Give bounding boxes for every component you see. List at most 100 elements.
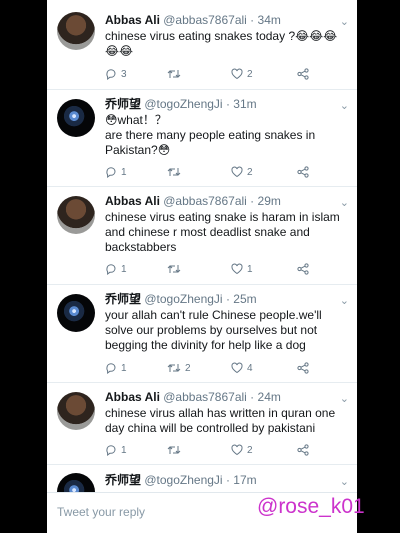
tweet-actions: 1 2 4 — [105, 361, 345, 375]
avatar[interactable] — [57, 196, 95, 234]
reply-icon — [106, 264, 116, 275]
share-icon — [297, 68, 309, 80]
user-handle[interactable]: @togoZhengJi — [144, 292, 222, 306]
tweet-text: chinese virus eating snake is haram in i… — [105, 210, 340, 254]
display-name[interactable]: 乔师望 — [105, 473, 141, 487]
avatar[interactable] — [57, 392, 95, 430]
share-button[interactable] — [297, 67, 309, 81]
share-icon — [297, 263, 309, 275]
tweet-text: chinese virus eating snakes today ?😂😂😂 😂… — [105, 29, 338, 58]
retweet-icon — [167, 364, 181, 372]
chevron-down-icon[interactable]: ⌄ — [340, 15, 349, 28]
avatar[interactable] — [57, 294, 95, 332]
user-handle[interactable]: @abbas7867ali — [163, 194, 247, 208]
chevron-down-icon[interactable]: ⌄ — [340, 99, 349, 112]
reply-count: 1 — [121, 166, 127, 178]
timestamp[interactable]: 25m — [233, 292, 256, 306]
tweet[interactable]: 乔师望 @togoZhengJi · 31m ⌄ 😳what！？ are the… — [47, 90, 357, 187]
tweet-actions: 1 2 — [105, 443, 345, 457]
heart-icon — [231, 263, 243, 275]
separator-dot: · — [225, 97, 230, 111]
retweet-icon — [167, 446, 181, 454]
heart-icon — [231, 166, 243, 178]
user-handle[interactable]: @togoZhengJi — [144, 473, 222, 487]
tweet-text: chinese virus allah has written in quran… — [105, 406, 336, 435]
tweet-actions: 1 1 — [105, 262, 345, 276]
separator-dot: · — [225, 292, 230, 306]
tweet-header: Abbas Ali @abbas7867ali · 24m — [105, 390, 355, 405]
heart-icon — [231, 68, 243, 80]
tweet-header: Abbas Ali @abbas7867ali · 34m — [105, 13, 355, 28]
display-name[interactable]: Abbas Ali — [105, 194, 160, 208]
heart-icon — [231, 362, 243, 374]
like-count: 2 — [247, 444, 253, 456]
retweet-button[interactable]: 2 — [167, 361, 191, 375]
chevron-down-icon[interactable]: ⌄ — [340, 294, 349, 307]
timestamp[interactable]: 24m — [258, 390, 281, 404]
timestamp[interactable]: 29m — [258, 194, 281, 208]
retweet-icon — [167, 168, 181, 176]
display-name[interactable]: 乔师望 — [105, 292, 141, 306]
like-button[interactable]: 2 — [231, 443, 253, 457]
share-button[interactable] — [297, 262, 309, 276]
retweet-button[interactable] — [167, 262, 185, 276]
user-handle[interactable]: @abbas7867ali — [163, 13, 247, 27]
chevron-down-icon[interactable]: ⌄ — [340, 475, 349, 488]
like-count: 4 — [247, 362, 253, 374]
display-name[interactable]: Abbas Ali — [105, 390, 160, 404]
share-icon — [297, 444, 309, 456]
separator-dot: · — [250, 13, 255, 27]
tweet-text: your allah can't rule Chinese people.we'… — [105, 308, 322, 352]
tweet[interactable]: Abbas Ali @abbas7867ali · 24m ⌄ chinese … — [47, 383, 357, 465]
reply-button[interactable]: 1 — [105, 165, 127, 179]
like-button[interactable]: 2 — [231, 165, 253, 179]
reply-icon — [106, 445, 116, 456]
retweet-icon — [167, 70, 181, 78]
tweet-header: 乔师望 @togoZhengJi · 31m — [105, 97, 355, 112]
share-icon — [297, 362, 309, 374]
retweet-button[interactable] — [167, 67, 185, 81]
retweet-icon — [167, 265, 181, 273]
retweet-button[interactable] — [167, 443, 185, 457]
timestamp[interactable]: 34m — [258, 13, 281, 27]
tweet[interactable]: Abbas Ali @abbas7867ali · 29m ⌄ chinese … — [47, 187, 357, 285]
watermark-text: @rose_k01 — [257, 495, 365, 518]
like-button[interactable]: 1 — [231, 262, 253, 276]
like-count: 2 — [247, 68, 253, 80]
reply-icon — [106, 363, 116, 374]
reply-button[interactable]: 3 — [105, 67, 127, 81]
tweet-header: 乔师望 @togoZhengJi · 17m — [105, 473, 355, 488]
avatar[interactable] — [57, 12, 95, 50]
reply-input[interactable]: Tweet your reply — [57, 505, 145, 519]
reply-button[interactable]: 1 — [105, 361, 127, 375]
tweet[interactable]: 乔师望 @togoZhengJi · 17m ⌄ — [47, 465, 357, 511]
retweet-button[interactable] — [167, 165, 185, 179]
heart-icon — [231, 444, 243, 456]
reply-button[interactable]: 1 — [105, 262, 127, 276]
timestamp[interactable]: 31m — [233, 97, 256, 111]
chevron-down-icon[interactable]: ⌄ — [340, 196, 349, 209]
like-button[interactable]: 4 — [231, 361, 253, 375]
tweet-header: Abbas Ali @abbas7867ali · 29m — [105, 194, 355, 209]
user-handle[interactable]: @togoZhengJi — [144, 97, 222, 111]
reply-icon — [106, 167, 116, 178]
like-button[interactable]: 2 — [231, 67, 253, 81]
reply-count: 1 — [121, 444, 127, 456]
conversation-screen: Abbas Ali @abbas7867ali · 34m ⌄ chinese … — [47, 0, 357, 533]
chevron-down-icon[interactable]: ⌄ — [340, 392, 349, 405]
reply-button[interactable]: 1 — [105, 443, 127, 457]
share-button[interactable] — [297, 361, 309, 375]
display-name[interactable]: Abbas Ali — [105, 13, 160, 27]
reply-count: 1 — [121, 263, 127, 275]
separator-dot: · — [225, 473, 230, 487]
retweet-count: 2 — [185, 362, 191, 374]
tweet[interactable]: 乔师望 @togoZhengJi · 25m ⌄ your allah can'… — [47, 285, 357, 383]
share-button[interactable] — [297, 165, 309, 179]
tweet[interactable]: Abbas Ali @abbas7867ali · 34m ⌄ chinese … — [47, 0, 357, 90]
avatar[interactable] — [57, 99, 95, 137]
display-name[interactable]: 乔师望 — [105, 97, 141, 111]
reply-count: 3 — [121, 68, 127, 80]
user-handle[interactable]: @abbas7867ali — [163, 390, 247, 404]
timestamp[interactable]: 17m — [233, 473, 256, 487]
share-button[interactable] — [297, 443, 309, 457]
